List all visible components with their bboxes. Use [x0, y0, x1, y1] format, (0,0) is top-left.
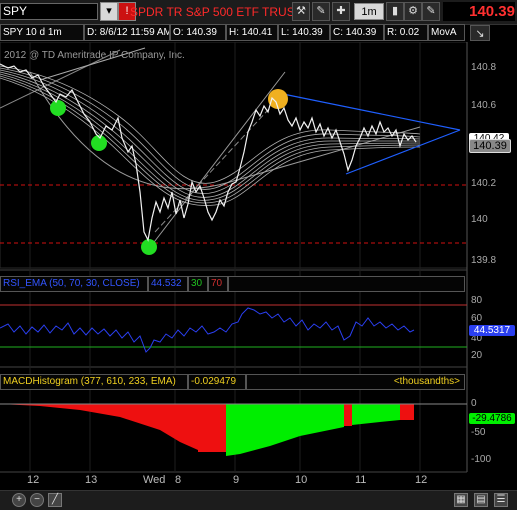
wrench-icon[interactable]: ✚ [332, 2, 350, 21]
chart-header: SPY 10 d 1m D: 8/6/12 11:59 AM O: 140.39… [0, 24, 465, 42]
price-tick: 140.8 [471, 62, 497, 73]
candle-icon[interactable]: ▮ [386, 2, 404, 21]
x-tick: 12 [27, 474, 40, 486]
sub-title: SPY 10 d 1m [0, 24, 84, 41]
curve-arc [29, 71, 421, 190]
price-tick: 140 [471, 214, 488, 225]
channel-line [147, 71, 286, 251]
macd-neg-bar [400, 404, 414, 420]
header-low: L: 140.39 [278, 24, 330, 41]
x-tick: 13 [85, 474, 98, 486]
rsi-line [0, 307, 415, 353]
rsi-value: 44.532 [148, 276, 188, 292]
macd-tick: -100 [471, 454, 492, 465]
rsi-tick: 80 [471, 295, 483, 306]
channel-line [154, 96, 281, 233]
high-marker [268, 89, 288, 109]
header-open: O: 140.39 [170, 24, 226, 41]
macd-tick: -50 [471, 427, 486, 438]
symbol-input[interactable]: SPY [0, 3, 98, 20]
rsi-tick: 20 [471, 350, 483, 361]
pencil-icon[interactable]: ✎ [312, 2, 330, 21]
top-toolbar: SPY ▾ ! SPDR TR S&P 500 ETF TRUST ⚒ ✎ ✚ … [0, 0, 517, 25]
dropdown-icon[interactable]: ▾ [100, 2, 118, 21]
header-range: R: 0.02 [384, 24, 428, 41]
instrument-description: SPDR TR S&P 500 ETF TRUST [130, 5, 303, 19]
rsi-badge: 44.5317 [469, 325, 515, 336]
expand-icon[interactable]: ↘ [470, 25, 490, 41]
triangle-pattern [282, 93, 461, 175]
interval-button[interactable]: 1m [354, 3, 384, 20]
low-marker [50, 100, 66, 116]
rsi-overbought: 70 [208, 276, 228, 292]
last-price: 140.39 [443, 2, 515, 21]
macd-title[interactable]: MACDHistogram (377, 610, 233, EMA) [0, 374, 188, 390]
header-study[interactable]: MovA [428, 24, 465, 41]
tools-icon[interactable]: ⚒ [292, 2, 310, 21]
price-current-badge: 140.39 [469, 139, 511, 153]
header-high: H: 140.41 [226, 24, 278, 41]
x-tick: 10 [295, 474, 308, 486]
zoom-out-icon[interactable]: − [30, 493, 44, 507]
grid-icon[interactable]: ▦ [454, 493, 468, 507]
x-tick: Wed [143, 474, 166, 486]
rsi-header-fill [228, 276, 465, 292]
price-tick: 140.6 [471, 100, 497, 111]
header-close: C: 140.39 [330, 24, 384, 41]
macd-neg-bar [344, 404, 352, 426]
draw-icon[interactable]: ✎ [422, 2, 440, 21]
rsi-tick: 60 [471, 313, 483, 324]
macd-tick: 0 [471, 398, 477, 409]
header-date: D: 8/6/12 11:59 AM [84, 24, 170, 41]
macd-pos-area [352, 404, 400, 425]
rsi-title[interactable]: RSI_EMA (50, 70, 30, CLOSE) [0, 276, 148, 292]
rsi-oversold: 30 [188, 276, 208, 292]
draw-line-icon[interactable]: ╱ [48, 493, 62, 507]
zoom-in-icon[interactable]: + [12, 493, 26, 507]
x-tick: 11 [355, 474, 367, 486]
macd-badge: -29.4786 [469, 413, 515, 424]
price-tick: 139.8 [471, 255, 497, 266]
price-panel-frame [0, 42, 468, 269]
low-marker [141, 239, 157, 255]
x-tick: 8 [175, 474, 182, 486]
x-tick: 12 [415, 474, 428, 486]
chart-canvas[interactable] [0, 42, 517, 490]
macd-value: -0.029479 [188, 374, 246, 390]
channel-line [39, 47, 146, 81]
layout-icon[interactable]: ▤ [474, 493, 488, 507]
style-icon[interactable]: ⚙ [404, 2, 422, 21]
price-tick: 140.2 [471, 178, 497, 189]
x-tick: 9 [233, 474, 240, 486]
macd-neg-bar [198, 404, 226, 452]
settings-icon[interactable]: ☰ [494, 493, 508, 507]
macd-units: <thousandths> [246, 374, 465, 390]
bottom-toolbar: + − ╱ ▦ ▤ ☰ [0, 490, 517, 510]
price-line [0, 63, 417, 242]
macd-pos-area [226, 404, 344, 456]
